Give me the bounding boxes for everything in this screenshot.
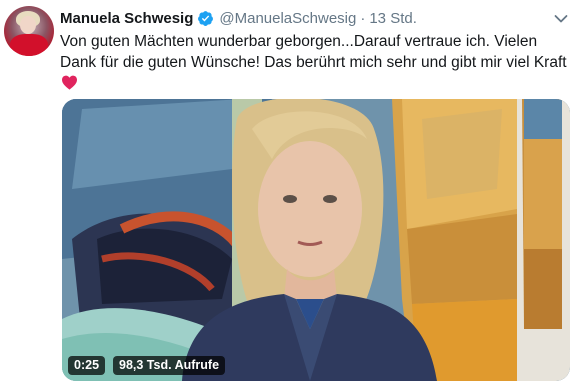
tweet-body: Von guten Mächten wunderbar geborgen...D… [60, 33, 567, 71]
avatar[interactable] [4, 6, 54, 56]
tweet-timestamp[interactable]: 13 Std. [369, 10, 417, 27]
chevron-down-icon[interactable] [554, 11, 568, 23]
video-duration: 0:25 [68, 356, 106, 375]
verified-badge-icon [197, 10, 214, 27]
avatar-face [20, 16, 36, 34]
author-name[interactable]: Manuela Schwesig [60, 10, 193, 27]
heart-icon [61, 75, 78, 90]
video-thumbnail [62, 99, 570, 381]
video-view-count: 98,3 Tsd. Aufrufe [113, 356, 226, 375]
meta-separator: · [360, 9, 366, 27]
tweet-header: Manuela Schwesig @ManuelaSchwesig · 13 S… [60, 8, 417, 28]
author-handle[interactable]: @ManuelaSchwesig [219, 10, 356, 27]
tweet-text: Von guten Mächten wunderbar geborgen...D… [60, 31, 572, 94]
video-player[interactable]: 0:25 98,3 Tsd. Aufrufe [62, 99, 570, 381]
avatar-shirt [10, 34, 48, 56]
